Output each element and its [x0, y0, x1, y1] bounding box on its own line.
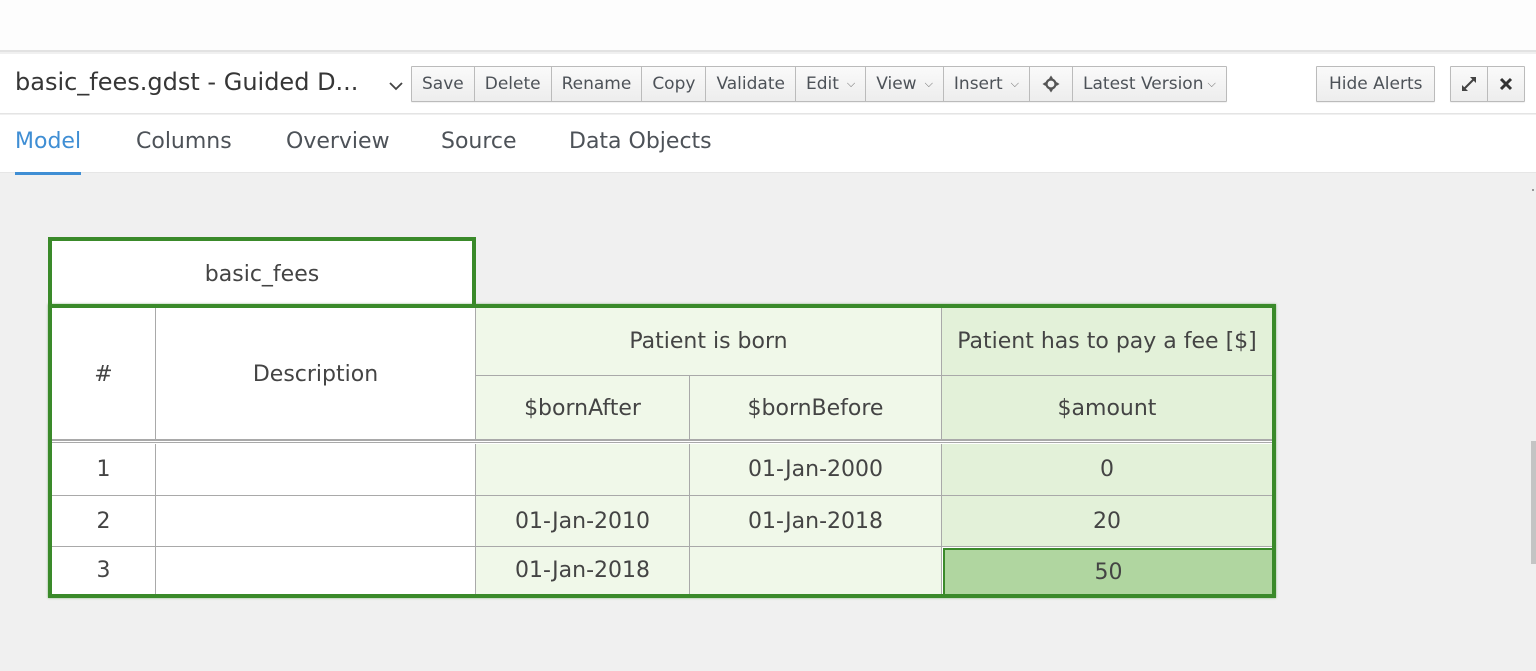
- description-cell[interactable]: [156, 444, 476, 496]
- view-label: View: [876, 74, 917, 94]
- editor-toolbar: Save Delete Rename Copy Validate Edit ⌵ V…: [411, 66, 1227, 102]
- born-before-cell[interactable]: 01-Jan-2000: [690, 444, 942, 496]
- save-label: Save: [422, 74, 464, 94]
- edit-label: Edit: [805, 74, 839, 94]
- born-after-cell[interactable]: 01-Jan-2018: [476, 547, 690, 594]
- edit-menu-button[interactable]: Edit ⌵: [796, 67, 867, 101]
- crosshair-icon: [1042, 75, 1060, 93]
- row-number-cell[interactable]: 2: [52, 496, 156, 547]
- close-icon: [1499, 77, 1513, 91]
- hide-alerts-label: Hide Alerts: [1329, 74, 1423, 94]
- close-button[interactable]: [1488, 67, 1524, 101]
- description-cell[interactable]: [156, 496, 476, 547]
- header-divider: [52, 439, 1272, 443]
- maximize-button[interactable]: [1451, 67, 1488, 101]
- chevron-down-icon: ⌵: [924, 77, 933, 90]
- tab-overview[interactable]: Overview: [286, 129, 390, 154]
- table-name-label: basic_fees: [204, 261, 320, 287]
- header-row-number[interactable]: #: [52, 308, 156, 441]
- born-before-cell[interactable]: [690, 547, 942, 594]
- delete-button[interactable]: Delete: [475, 67, 552, 101]
- rename-label: Rename: [561, 74, 632, 94]
- tab-columns[interactable]: Columns: [136, 129, 232, 154]
- decision-table-name[interactable]: basic_fees: [48, 237, 476, 307]
- header-action-group[interactable]: Patient has to pay a fee [$]: [942, 308, 1272, 376]
- chevron-down-icon: ⌵: [1207, 77, 1216, 90]
- hide-alerts-button[interactable]: Hide Alerts: [1317, 67, 1434, 101]
- header-condition-group[interactable]: Patient is born: [476, 308, 942, 376]
- window-controls: [1450, 66, 1525, 102]
- amount-cell[interactable]: 0: [942, 444, 1272, 496]
- chevron-down-icon[interactable]: [386, 76, 406, 96]
- view-menu-button[interactable]: View ⌵: [866, 67, 944, 101]
- chevron-down-icon: ⌵: [846, 77, 856, 90]
- validate-label: Validate: [716, 74, 785, 94]
- editor-title: basic_fees.gdst - Guided D...: [15, 68, 359, 96]
- editor-title-bar: basic_fees.gdst - Guided D... Save Delet…: [0, 54, 1536, 114]
- expand-icon: [1462, 77, 1476, 91]
- insert-menu-button[interactable]: Insert ⌵: [944, 67, 1031, 101]
- decision-table: # Description Patient is born Patient ha…: [48, 304, 1276, 598]
- amount-cell[interactable]: 20: [942, 496, 1272, 547]
- app-header-bar: [0, 0, 1536, 52]
- tab-source[interactable]: Source: [441, 129, 517, 154]
- save-button[interactable]: Save: [412, 67, 475, 101]
- vertical-scrollbar[interactable]: [1531, 441, 1536, 564]
- insert-label: Insert: [953, 74, 1003, 94]
- locate-button[interactable]: [1030, 67, 1074, 101]
- born-after-cell[interactable]: 01-Jan-2010: [476, 496, 690, 547]
- alerts-toolbar: Hide Alerts: [1316, 66, 1436, 102]
- canvas-marker: [1532, 189, 1534, 191]
- description-cell[interactable]: [156, 547, 476, 594]
- born-before-cell[interactable]: 01-Jan-2018: [690, 496, 942, 547]
- born-after-cell[interactable]: [476, 444, 690, 496]
- tab-data-objects[interactable]: Data Objects: [569, 129, 712, 154]
- rename-button[interactable]: Rename: [552, 67, 643, 101]
- editor-tabs: Model Columns Overview Source Data Objec…: [0, 115, 1536, 175]
- copy-button[interactable]: Copy: [642, 67, 707, 101]
- row-number-cell[interactable]: 1: [52, 444, 156, 496]
- tab-model[interactable]: Model: [15, 129, 82, 175]
- row-number-cell[interactable]: 3: [52, 547, 156, 594]
- version-menu-button[interactable]: Latest Version ⌵: [1073, 67, 1226, 101]
- copy-label: Copy: [652, 74, 696, 94]
- version-label: Latest Version: [1083, 74, 1204, 94]
- header-description[interactable]: Description: [156, 308, 476, 441]
- validate-button[interactable]: Validate: [706, 67, 796, 101]
- delete-label: Delete: [484, 74, 541, 94]
- chevron-down-icon: ⌵: [1010, 77, 1020, 90]
- header-born-after[interactable]: $bornAfter: [476, 376, 690, 441]
- header-born-before[interactable]: $bornBefore: [690, 376, 942, 441]
- amount-cell-selected[interactable]: 50: [943, 548, 1272, 594]
- header-amount[interactable]: $amount: [942, 376, 1272, 441]
